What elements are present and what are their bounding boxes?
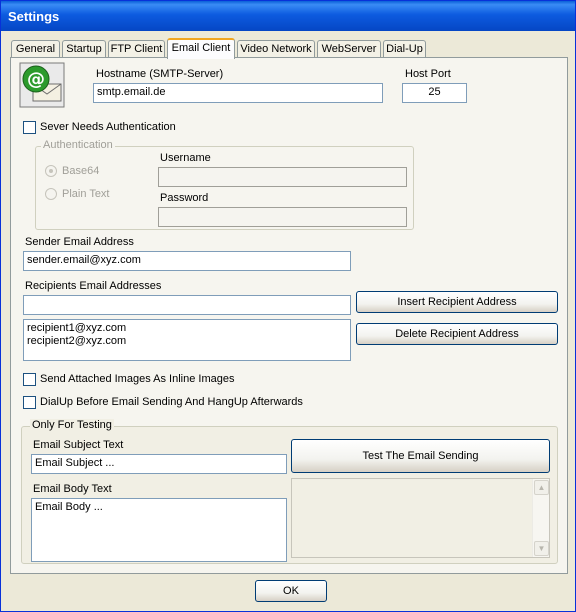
list-item[interactable]: recipient1@xyz.com [27, 322, 347, 335]
sender-email-field[interactable]: sender.email@xyz.com [23, 251, 351, 271]
plain-text-radio[interactable] [45, 188, 57, 200]
email-subject-field[interactable]: Email Subject ... [31, 454, 287, 474]
testing-group-title: Only For Testing [30, 419, 114, 431]
tab-dial-up[interactable]: Dial-Up [383, 40, 426, 58]
email-body-field[interactable]: Email Body ... [31, 498, 287, 562]
password-field[interactable] [158, 207, 407, 227]
test-output-area[interactable]: ▲ ▼ [291, 478, 550, 558]
dialup-label: DialUp Before Email Sending And HangUp A… [40, 396, 303, 408]
email-body-label: Email Body Text [33, 483, 112, 495]
needs-authentication-label: Sever Needs Authentication [40, 121, 176, 133]
hostname-field[interactable]: smtp.email.de [93, 83, 383, 103]
recipients-label: Recipients Email Addresses [25, 280, 162, 292]
test-email-button[interactable]: Test The Email Sending [291, 439, 550, 473]
email-at-icon: @ [19, 62, 65, 108]
host-port-field[interactable]: 25 [402, 83, 467, 103]
hostname-label: Hostname (SMTP-Server) [96, 68, 224, 80]
window-title: Settings [1, 1, 575, 31]
tab-ftp-client[interactable]: FTP Client [108, 40, 165, 58]
dialup-checkbox[interactable] [23, 396, 36, 409]
base64-label: Base64 [62, 165, 100, 177]
output-scrollbar[interactable]: ▲ ▼ [532, 479, 549, 557]
list-item[interactable]: recipient2@xyz.com [27, 335, 347, 348]
scroll-up-icon[interactable]: ▲ [534, 480, 549, 495]
delete-recipient-button[interactable]: Delete Recipient Address [356, 323, 558, 345]
tab-webserver[interactable]: WebServer [317, 40, 381, 58]
recipients-list[interactable]: recipient1@xyz.com recipient2@xyz.com [23, 319, 351, 361]
sender-email-label: Sender Email Address [25, 236, 134, 248]
needs-authentication-checkbox[interactable] [23, 121, 36, 134]
tab-general[interactable]: General [11, 40, 60, 58]
recipient-input[interactable] [23, 295, 351, 315]
svg-text:@: @ [27, 69, 45, 90]
email-subject-label: Email Subject Text [33, 439, 124, 451]
base64-radio[interactable] [45, 165, 57, 177]
tab-email-client[interactable]: Email Client [167, 38, 235, 59]
inline-images-label: Send Attached Images As Inline Images [40, 373, 235, 385]
tab-video-network[interactable]: Video Network [237, 40, 315, 58]
authentication-group-title: Authentication [41, 139, 115, 151]
host-port-label: Host Port [405, 68, 451, 80]
insert-recipient-button[interactable]: Insert Recipient Address [356, 291, 558, 313]
email-client-panel: @ Hostname (SMTP-Server) smtp.email.de H… [10, 57, 568, 574]
scroll-down-icon[interactable]: ▼ [534, 541, 549, 556]
username-field[interactable] [158, 167, 407, 187]
username-label: Username [160, 152, 211, 164]
password-label: Password [160, 192, 209, 204]
plain-text-label: Plain Text [62, 188, 110, 200]
settings-window: Settings General Startup FTP Client Emai… [0, 0, 576, 612]
tab-startup[interactable]: Startup [62, 40, 106, 58]
ok-button[interactable]: OK [255, 580, 327, 602]
inline-images-checkbox[interactable] [23, 373, 36, 386]
